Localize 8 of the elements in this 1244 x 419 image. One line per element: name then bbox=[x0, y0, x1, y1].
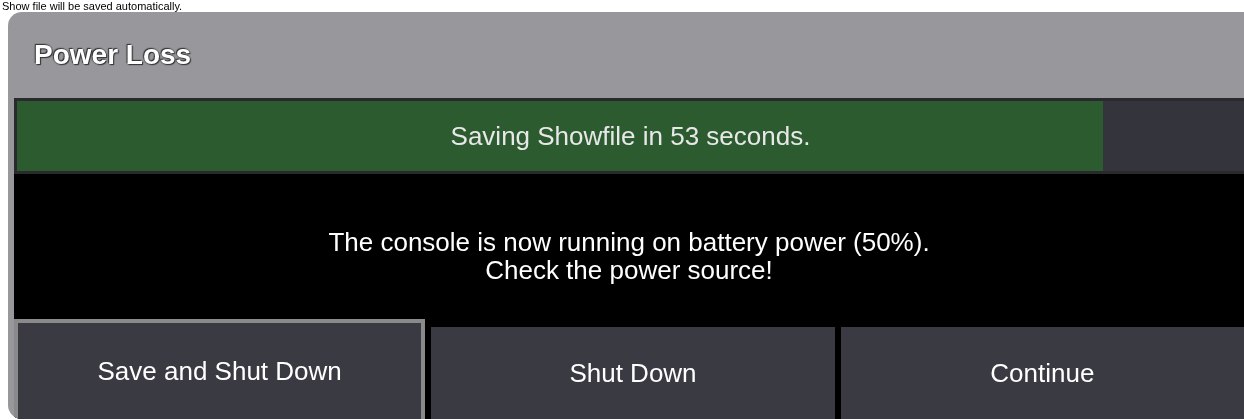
dialog-button[interactable]: Shut Down bbox=[431, 327, 835, 419]
message-text: The console is now running on battery power (50%). bbox=[328, 227, 930, 256]
caption-text: Show file will be saved automatically. bbox=[1, 0, 183, 12]
window-title: Power Loss bbox=[34, 39, 192, 71]
message-text: Check the power source! bbox=[485, 255, 773, 284]
dialog-button[interactable]: Save and Shut Down bbox=[14, 319, 426, 419]
progress-label: Saving Showfile in 53 seconds. bbox=[450, 120, 811, 152]
dialog-button[interactable]: Continue bbox=[840, 327, 1244, 419]
